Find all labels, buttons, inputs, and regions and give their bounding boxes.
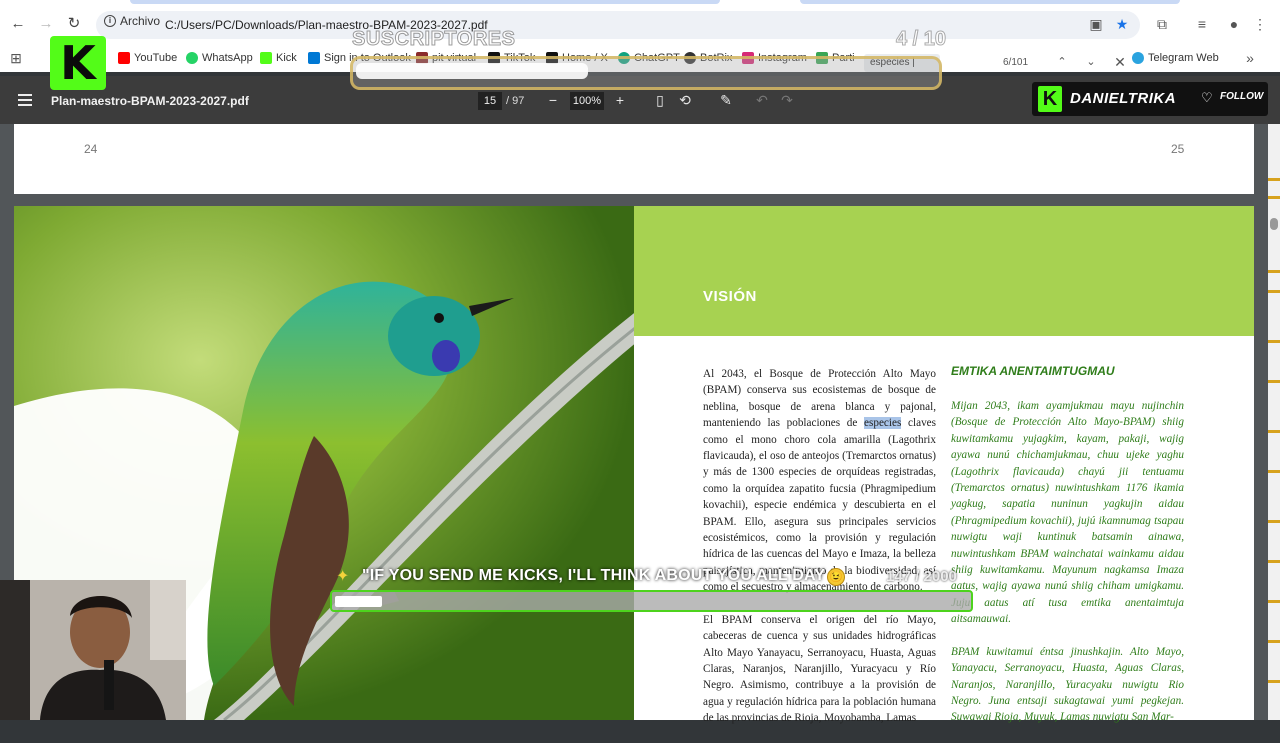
extensions-icon[interactable]: ⧉ [1152, 14, 1172, 34]
bookmark-star-icon[interactable]: ★ [1112, 14, 1132, 34]
zoom-input[interactable]: 100% [570, 92, 604, 110]
vision-title: VISIÓN [703, 288, 757, 305]
sparkle-icon: ✦ [336, 568, 350, 585]
fit-page-icon[interactable]: ▯ [650, 90, 670, 110]
webcam-feed [0, 580, 186, 720]
find-next-icon[interactable]: ⌄ [1081, 52, 1101, 72]
subs-goal-count: 4 / 10 [895, 28, 947, 51]
search-highlight: especies [864, 417, 902, 430]
site-info-label: Archivo [120, 14, 161, 28]
awajun-paragraph-1: Mijan 2043, ikam ayamjukmau mayu nujinch… [951, 400, 1184, 626]
wink-emoji-icon: 😉 [827, 568, 845, 586]
page-number-left: 24 [84, 142, 98, 156]
pdf-menu-icon[interactable] [18, 94, 32, 106]
zoom-in-icon[interactable]: + [610, 90, 630, 110]
tab-strip-edge [130, 0, 720, 4]
vision-paragraph-1: Al 2043, el Bosque de Protección Alto Ma… [703, 368, 936, 594]
annotate-icon[interactable]: ✎ [716, 90, 736, 110]
redo-icon[interactable]: ↷ [777, 90, 797, 110]
kick-icon [260, 52, 272, 64]
tab-strip-edge-right [800, 0, 1180, 4]
reload-icon[interactable]: ↻ [64, 14, 84, 34]
kick-logo: K [50, 36, 106, 90]
overlay-stripe [1268, 560, 1280, 563]
bookmark-youtube[interactable]: YouTube [118, 52, 177, 64]
find-close-icon[interactable]: ✕ [1110, 52, 1130, 72]
back-icon[interactable]: ← [8, 14, 28, 34]
awajun-paragraph-2: BPAM kuwitamui éntsa jinushkajin. Alto M… [951, 645, 1184, 724]
overlay-stripe [1268, 430, 1280, 433]
streamer-silhouette [0, 580, 186, 720]
kick-icon: K [1038, 86, 1062, 112]
undo-icon[interactable]: ↶ [752, 90, 772, 110]
vision-paragraph-2: El BPAM conserva el origen del río Mayo,… [703, 613, 936, 725]
bookmark-kick[interactable]: Kick [260, 52, 297, 64]
more-menu-icon[interactable]: ⋮ [1250, 14, 1270, 34]
whatsapp-icon [186, 52, 198, 64]
rotate-icon[interactable]: ⟲ [675, 90, 695, 110]
overlay-stripe [1268, 270, 1280, 273]
bookmark-telegram[interactable]: Telegram Web [1132, 52, 1219, 64]
page-action-icon[interactable]: ▣ [1086, 14, 1106, 34]
vision-text-awajun: Mijan 2043, ikam ayamjukmau mayu nujinch… [951, 398, 1184, 742]
overlay-stripe [1268, 290, 1280, 293]
subs-goal-fill [356, 63, 588, 79]
page-total: / 97 [506, 95, 525, 107]
kick-goal-text: "IF YOU SEND ME KICKS, I'LL THINK ABOUT … [362, 567, 826, 584]
find-previous-icon[interactable]: ⌃ [1052, 52, 1072, 72]
info-icon: i [104, 15, 116, 27]
bookmark-whatsapp[interactable]: WhatsApp [186, 52, 253, 64]
more-bookmarks-icon[interactable]: » [1240, 48, 1260, 68]
overlay-stripe [1268, 520, 1280, 523]
page-number-input[interactable]: 15 [478, 92, 502, 110]
page-number-right: 25 [1171, 142, 1185, 156]
subs-goal-label: SUSCRIPTORES [351, 28, 516, 51]
follow-label: FOLLOW [1220, 91, 1264, 102]
scrollbar[interactable] [1268, 124, 1280, 720]
vision-text-spanish: Al 2043, el Bosque de Protección Alto Ma… [703, 366, 936, 743]
profile-avatar[interactable]: ● [1224, 14, 1244, 34]
overlay-stripe [1268, 196, 1280, 199]
overlay-stripe [1268, 340, 1280, 343]
forward-icon[interactable]: → [36, 14, 56, 34]
kick-k-icon: K [60, 36, 96, 90]
pdf-title: Plan-maestro-BPAM-2023-2027.pdf [51, 94, 249, 108]
youtube-icon [118, 52, 130, 64]
kick-goal-bar [330, 590, 973, 612]
emtika-title: EMTIKA ANENTAIMTUGMAU [951, 364, 1115, 378]
overlay-stripe [1268, 470, 1280, 473]
media-controls-icon[interactable]: ≡ [1192, 14, 1212, 34]
kick-goal-fill [335, 596, 382, 607]
overlay-stripe [1268, 680, 1280, 683]
kick-goal-count: 147 / 2000 [886, 568, 957, 585]
channel-name: DANIELTRIKA [1070, 90, 1177, 107]
overlay-stripe [1268, 178, 1280, 181]
overlay-stripe [1268, 380, 1280, 383]
overlay-stripe [1268, 600, 1280, 603]
site-info-chip[interactable]: i Archivo [104, 14, 160, 28]
zoom-out-icon[interactable]: − [543, 90, 563, 110]
overlay-stripe [1268, 640, 1280, 643]
apps-grid-icon[interactable]: ⊞ [6, 48, 26, 68]
find-match-count: 6/101 [1003, 57, 1029, 68]
outlook-icon [308, 52, 320, 64]
previous-page [14, 124, 1254, 194]
scrollbar-thumb[interactable] [1270, 218, 1278, 230]
vision-header-band [634, 206, 1254, 336]
heart-icon: ♡ [1201, 90, 1213, 105]
